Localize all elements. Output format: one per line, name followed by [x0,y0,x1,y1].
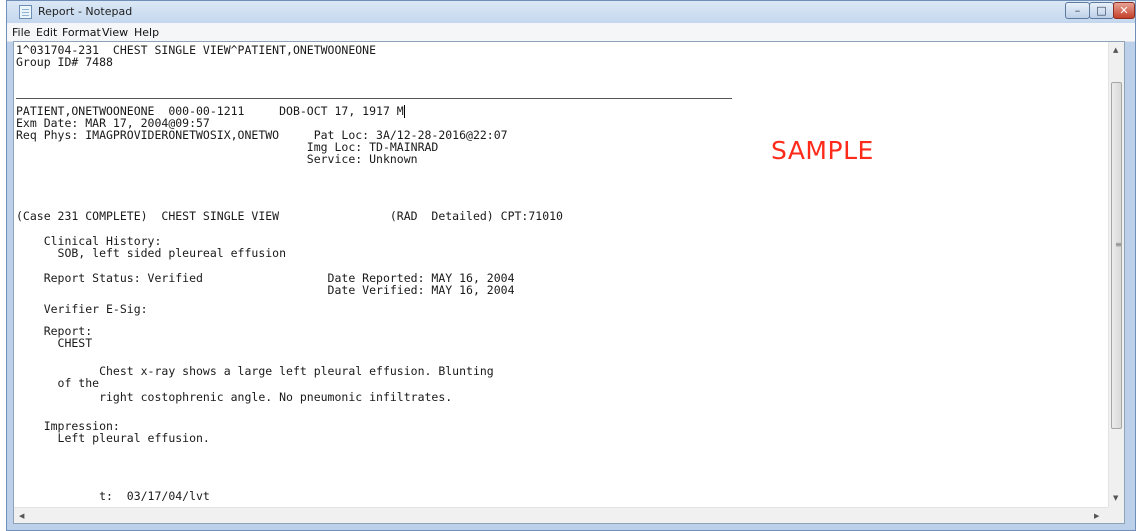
close-button[interactable]: ✕ [1113,2,1135,19]
text-line: (Case 231 COMPLETE) CHEST SINGLE VIEW (R… [16,209,563,223]
vertical-scrollbar[interactable]: ▲ ≡ ▼ [1108,42,1124,507]
title-bar[interactable]: Report - Notepad – □ ✕ [7,1,1135,23]
text-line: Verifier E-Sig: [16,302,148,316]
menu-edit[interactable]: Edit [36,26,57,39]
scroll-right-icon[interactable]: ▶ [1094,512,1099,520]
text-line: SOB, left sided pleureal effusion [16,246,287,260]
notepad-icon [19,5,32,19]
menu-file[interactable]: File [12,26,30,39]
window-title: Report - Notepad [38,5,133,18]
text-line: Group ID# 7488 [16,55,113,69]
scroll-down-icon[interactable]: ▼ [1113,494,1118,502]
text-line: right costophrenic angle. No pneumonic i… [16,390,453,404]
minimize-button[interactable]: – [1065,2,1090,19]
text-cursor [404,105,405,118]
menu-bar: File Edit Format View Help [7,23,1135,42]
scroll-up-icon[interactable]: ▲ [1113,46,1118,54]
text-line: CHEST [16,336,93,350]
vertical-scroll-thumb[interactable]: ≡ [1111,82,1122,429]
size-grip[interactable] [1108,507,1124,523]
grip-icon: ≡ [1115,240,1122,249]
maximize-button[interactable]: □ [1089,2,1114,19]
scroll-left-icon[interactable]: ◀ [19,512,24,520]
text-editor[interactable]: 1^031704-231 CHEST SINGLE VIEW^PATIENT,O… [13,41,1125,524]
notepad-window: Report - Notepad – □ ✕ File Edit Format … [6,0,1136,531]
horizontal-scrollbar[interactable]: ◀ ▶ [14,507,1108,523]
menu-help[interactable]: Help [134,26,159,39]
text-line: Date Verified: MAY 16, 2004 [16,283,515,297]
sample-watermark: SAMPLE [771,136,874,165]
menu-format[interactable]: Format [62,26,101,39]
separator-line [16,98,732,99]
text-line: of the [16,376,100,390]
text-line: Service: Unknown [16,152,418,166]
menu-view[interactable]: View [102,26,128,39]
text-line: Left pleural effusion. [16,431,210,445]
text-line: t: 03/17/04/lvt [16,489,210,503]
